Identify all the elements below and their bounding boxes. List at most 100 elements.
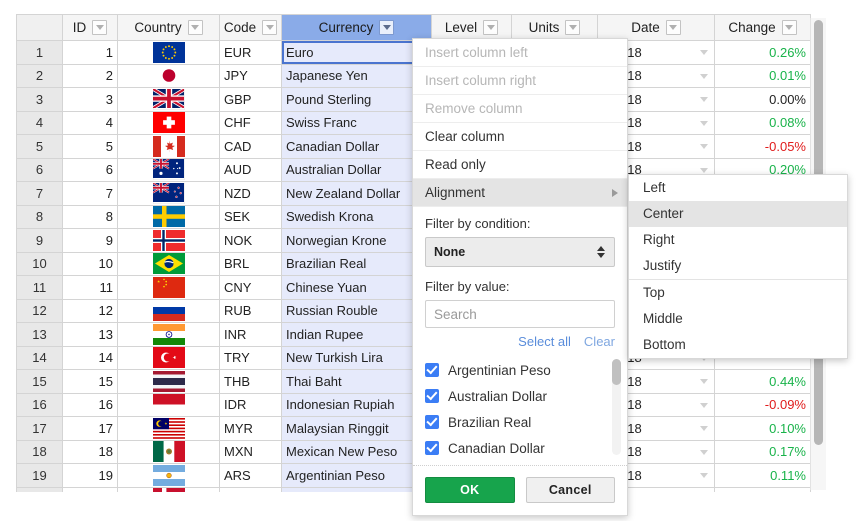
currency-cell[interactable]: Canadian Dollar [281, 134, 432, 159]
clear-link[interactable]: Clear [584, 334, 615, 349]
currency-cell[interactable]: Indian Rupee [281, 322, 432, 347]
change-cell[interactable]: -0.05% [714, 134, 811, 159]
filter-dropdown-icon[interactable] [483, 20, 499, 35]
caret-down-icon[interactable] [700, 50, 708, 56]
column-context-menu[interactable]: Insert column left Insert column right Rem… [412, 38, 628, 516]
country-flag-cell[interactable] [117, 110, 220, 135]
change-cell[interactable]: -0.09% [714, 392, 811, 417]
country-flag-cell[interactable] [117, 204, 220, 229]
country-flag-cell[interactable] [117, 275, 220, 300]
caret-down-icon[interactable] [700, 144, 708, 150]
id-cell[interactable]: 8 [62, 204, 118, 229]
code-cell[interactable]: NZD [219, 181, 282, 206]
change-cell[interactable]: 0.26% [714, 40, 811, 65]
menu-item-clear-column[interactable]: Clear column [413, 123, 627, 151]
checkbox-checked-icon[interactable] [425, 415, 439, 429]
id-cell[interactable]: 3 [62, 87, 118, 112]
select-all-link[interactable]: Select all [518, 334, 571, 349]
currency-cell[interactable]: Mexican New Peso [281, 439, 432, 464]
ok-button[interactable]: OK [425, 477, 515, 503]
currency-cell[interactable]: Swedish Krona [281, 204, 432, 229]
filter-dropdown-icon[interactable] [379, 20, 395, 35]
caret-down-icon[interactable] [700, 167, 708, 173]
id-cell[interactable]: 12 [62, 298, 118, 323]
country-flag-cell[interactable] [117, 486, 220, 492]
filter-dropdown-icon[interactable] [262, 20, 278, 35]
filter-value-list[interactable]: Argentinian Peso Australian Dollar Brazili… [413, 355, 627, 466]
filter-list-scroll-thumb[interactable] [612, 359, 621, 385]
change-cell[interactable]: 0.10% [714, 416, 811, 441]
filter-value-item[interactable]: Brazilian Real [413, 409, 627, 435]
code-cell[interactable]: NOK [219, 228, 282, 253]
change-cell[interactable]: 0.01% [714, 63, 811, 88]
change-cell[interactable]: 0.17% [714, 439, 811, 464]
filter-dropdown-icon[interactable] [781, 20, 797, 35]
change-cell[interactable]: 0.44% [714, 369, 811, 394]
alignment-option-bottom[interactable]: Bottom [629, 332, 847, 358]
currency-cell[interactable]: New Zealand Dollar [281, 181, 432, 206]
caret-down-icon[interactable] [700, 449, 708, 455]
country-flag-cell[interactable] [117, 251, 220, 276]
country-flag-cell[interactable] [117, 87, 220, 112]
code-cell[interactable]: INR [219, 322, 282, 347]
currency-cell[interactable]: Pound Sterling [281, 87, 432, 112]
filter-list-scrollbar[interactable] [612, 359, 621, 455]
cancel-button[interactable]: Cancel [525, 477, 615, 503]
checkbox-checked-icon[interactable] [425, 389, 439, 403]
id-cell[interactable]: 13 [62, 322, 118, 347]
filter-dropdown-icon[interactable] [187, 20, 203, 35]
country-flag-cell[interactable] [117, 40, 220, 65]
currency-cell[interactable]: Danish Krone [281, 486, 432, 492]
column-header-currency[interactable]: Currency [281, 14, 432, 41]
caret-down-icon[interactable] [700, 426, 708, 432]
filter-dropdown-icon[interactable] [565, 20, 581, 35]
filter-condition-select[interactable]: None [425, 237, 615, 267]
id-cell[interactable]: 18 [62, 439, 118, 464]
code-cell[interactable]: AUD [219, 157, 282, 182]
currency-cell[interactable]: Indonesian Rupiah [281, 392, 432, 417]
country-flag-cell[interactable] [117, 134, 220, 159]
code-cell[interactable]: DKK [219, 486, 282, 492]
id-cell[interactable]: 5 [62, 134, 118, 159]
id-cell[interactable]: 19 [62, 463, 118, 488]
code-cell[interactable]: MXN [219, 439, 282, 464]
currency-cell[interactable]: Euro [281, 40, 432, 65]
checkbox-checked-icon[interactable] [425, 363, 439, 377]
id-cell[interactable]: 11 [62, 275, 118, 300]
currency-cell[interactable]: Malaysian Ringgit [281, 416, 432, 441]
country-flag-cell[interactable] [117, 345, 220, 370]
code-cell[interactable]: IDR [219, 392, 282, 417]
filter-value-item[interactable]: Australian Dollar [413, 383, 627, 409]
currency-cell[interactable]: Thai Baht [281, 369, 432, 394]
menu-item-read-only[interactable]: Read only [413, 151, 627, 179]
caret-down-icon[interactable] [700, 473, 708, 479]
filter-dropdown-icon[interactable] [665, 20, 681, 35]
column-header-date[interactable]: Date [597, 14, 715, 41]
currency-cell[interactable]: Chinese Yuan [281, 275, 432, 300]
country-flag-cell[interactable] [117, 63, 220, 88]
column-header-id[interactable]: ID [62, 14, 118, 41]
code-cell[interactable]: CHF [219, 110, 282, 135]
code-cell[interactable]: BRL [219, 251, 282, 276]
code-cell[interactable]: CNY [219, 275, 282, 300]
country-flag-cell[interactable] [117, 181, 220, 206]
code-cell[interactable]: RUB [219, 298, 282, 323]
currency-cell[interactable]: Russian Rouble [281, 298, 432, 323]
filter-value-item[interactable]: Canadian Dollar [413, 435, 627, 461]
country-flag-cell[interactable] [117, 322, 220, 347]
id-cell[interactable]: 6 [62, 157, 118, 182]
checkbox-checked-icon[interactable] [425, 441, 439, 455]
currency-cell[interactable]: Swiss Franc [281, 110, 432, 135]
caret-down-icon[interactable] [700, 73, 708, 79]
alignment-option-center[interactable]: Center [629, 201, 847, 227]
country-flag-cell[interactable] [117, 392, 220, 417]
filter-dropdown-icon[interactable] [92, 20, 108, 35]
code-cell[interactable]: THB [219, 369, 282, 394]
code-cell[interactable]: GBP [219, 87, 282, 112]
country-flag-cell[interactable] [117, 369, 220, 394]
id-cell[interactable]: 15 [62, 369, 118, 394]
country-flag-cell[interactable] [117, 463, 220, 488]
code-cell[interactable]: TRY [219, 345, 282, 370]
currency-cell[interactable]: Argentinian Peso [281, 463, 432, 488]
caret-down-icon[interactable] [700, 402, 708, 408]
